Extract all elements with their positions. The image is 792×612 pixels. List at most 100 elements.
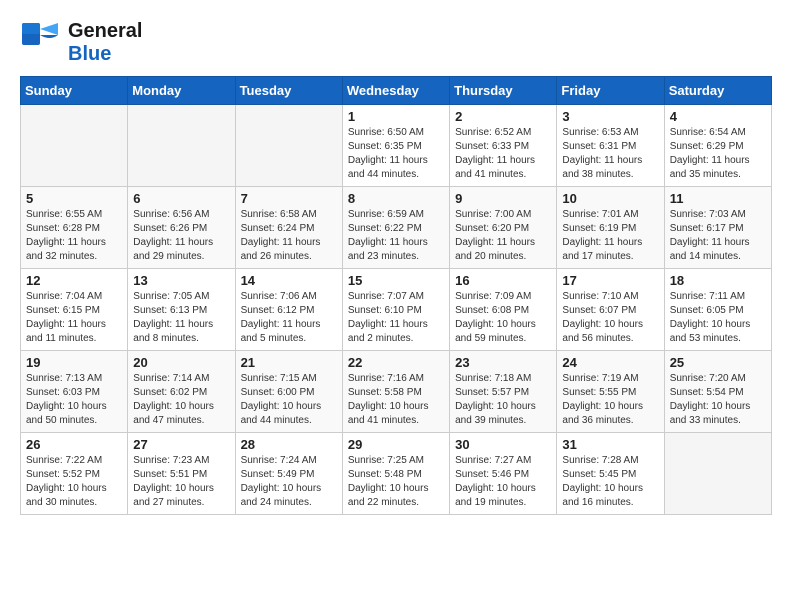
day-info: Sunrise: 6:55 AM Sunset: 6:28 PM Dayligh…	[26, 208, 122, 264]
day-number: 12	[26, 273, 122, 288]
calendar-cell: 7 Sunrise: 6:58 AM Sunset: 6:24 PM Daylig…	[235, 187, 342, 269]
day-info: Sunrise: 7:01 AM Sunset: 6:19 PM Dayligh…	[562, 208, 658, 264]
day-info: Sunrise: 7:00 AM Sunset: 6:20 PM Dayligh…	[455, 208, 551, 264]
day-info: Sunrise: 7:14 AM Sunset: 6:02 PM Dayligh…	[133, 372, 229, 428]
day-number: 3	[562, 109, 658, 124]
day-info: Sunrise: 6:58 AM Sunset: 6:24 PM Dayligh…	[241, 208, 337, 264]
day-number: 27	[133, 437, 229, 452]
day-info: Sunrise: 7:05 AM Sunset: 6:13 PM Dayligh…	[133, 290, 229, 346]
calendar-cell: 21 Sunrise: 7:15 AM Sunset: 6:00 PM Dayli…	[235, 351, 342, 433]
calendar-cell: 31Sunrise: 7:28 AM Sunset: 5:45 PM Dayli…	[557, 433, 664, 515]
day-info: Sunrise: 7:07 AM Sunset: 6:10 PM Dayligh…	[348, 290, 444, 346]
calendar-cell: 26 Sunrise: 7:22 AM Sunset: 5:52 PM Dayli…	[21, 433, 128, 515]
calendar-week-row: 1 Sunrise: 6:50 AM Sunset: 6:35 PM Daylig…	[21, 105, 772, 187]
day-info: Sunrise: 6:52 AM Sunset: 6:33 PM Dayligh…	[455, 126, 551, 182]
calendar-cell: 11Sunrise: 7:03 AM Sunset: 6:17 PM Dayli…	[664, 187, 771, 269]
calendar-table: SundayMondayTuesdayWednesdayThursdayFrid…	[20, 76, 772, 515]
calendar-cell: 16 Sunrise: 7:09 AM Sunset: 6:08 PM Dayli…	[450, 269, 557, 351]
day-info: Sunrise: 7:10 AM Sunset: 6:07 PM Dayligh…	[562, 290, 658, 346]
calendar-cell: 3 Sunrise: 6:53 AM Sunset: 6:31 PM Daylig…	[557, 105, 664, 187]
calendar-cell	[128, 105, 235, 187]
day-info: Sunrise: 7:27 AM Sunset: 5:46 PM Dayligh…	[455, 454, 551, 510]
day-number: 9	[455, 191, 551, 206]
calendar-cell: 15 Sunrise: 7:07 AM Sunset: 6:10 PM Dayli…	[342, 269, 449, 351]
calendar-cell: 23 Sunrise: 7:18 AM Sunset: 5:57 PM Dayli…	[450, 351, 557, 433]
calendar-cell: 27 Sunrise: 7:23 AM Sunset: 5:51 PM Dayli…	[128, 433, 235, 515]
day-number: 7	[241, 191, 337, 206]
calendar-cell: 12 Sunrise: 7:04 AM Sunset: 6:15 PM Dayli…	[21, 269, 128, 351]
day-number: 15	[348, 273, 444, 288]
calendar-cell: 24 Sunrise: 7:19 AM Sunset: 5:55 PM Dayli…	[557, 351, 664, 433]
day-info: Sunrise: 7:19 AM Sunset: 5:55 PM Dayligh…	[562, 372, 658, 428]
logo-text: General Blue	[68, 20, 142, 66]
calendar-cell: 18 Sunrise: 7:11 AM Sunset: 6:05 PM Dayli…	[664, 269, 771, 351]
calendar-week-row: 26 Sunrise: 7:22 AM Sunset: 5:52 PM Dayli…	[21, 433, 772, 515]
day-info: Sunrise: 7:16 AM Sunset: 5:58 PM Dayligh…	[348, 372, 444, 428]
logo: General Blue	[20, 20, 142, 66]
day-info: Sunrise: 7:09 AM Sunset: 6:08 PM Dayligh…	[455, 290, 551, 346]
day-info: Sunrise: 7:06 AM Sunset: 6:12 PM Dayligh…	[241, 290, 337, 346]
day-number: 23	[455, 355, 551, 370]
calendar-cell: 25Sunrise: 7:20 AM Sunset: 5:54 PM Dayli…	[664, 351, 771, 433]
calendar-cell	[664, 433, 771, 515]
calendar-cell: 20 Sunrise: 7:14 AM Sunset: 6:02 PM Dayli…	[128, 351, 235, 433]
calendar-week-row: 19 Sunrise: 7:13 AM Sunset: 6:03 PM Dayli…	[21, 351, 772, 433]
calendar-cell: 5 Sunrise: 6:55 AM Sunset: 6:28 PM Daylig…	[21, 187, 128, 269]
day-number: 26	[26, 437, 122, 452]
day-number: 10	[562, 191, 658, 206]
day-number: 24	[562, 355, 658, 370]
calendar-cell: 17 Sunrise: 7:10 AM Sunset: 6:07 PM Dayli…	[557, 269, 664, 351]
calendar-cell: 22 Sunrise: 7:16 AM Sunset: 5:58 PM Dayli…	[342, 351, 449, 433]
calendar-cell: 1 Sunrise: 6:50 AM Sunset: 6:35 PM Daylig…	[342, 105, 449, 187]
day-info: Sunrise: 7:23 AM Sunset: 5:51 PM Dayligh…	[133, 454, 229, 510]
calendar-cell: 19 Sunrise: 7:13 AM Sunset: 6:03 PM Dayli…	[21, 351, 128, 433]
calendar-cell: 29 Sunrise: 7:25 AM Sunset: 5:48 PM Dayli…	[342, 433, 449, 515]
calendar-cell: 30 Sunrise: 7:27 AM Sunset: 5:46 PM Dayli…	[450, 433, 557, 515]
day-info: Sunrise: 7:20 AM Sunset: 5:54 PM Dayligh…	[670, 372, 766, 428]
day-number: 22	[348, 355, 444, 370]
day-number: 28	[241, 437, 337, 452]
day-info: Sunrise: 7:11 AM Sunset: 6:05 PM Dayligh…	[670, 290, 766, 346]
day-number: 29	[348, 437, 444, 452]
weekday-header: Monday	[128, 77, 235, 105]
calendar-cell: 2 Sunrise: 6:52 AM Sunset: 6:33 PM Daylig…	[450, 105, 557, 187]
day-number: 6	[133, 191, 229, 206]
day-info: Sunrise: 7:25 AM Sunset: 5:48 PM Dayligh…	[348, 454, 444, 510]
day-info: Sunrise: 7:18 AM Sunset: 5:57 PM Dayligh…	[455, 372, 551, 428]
day-number: 30	[455, 437, 551, 452]
day-number: 19	[26, 355, 122, 370]
day-info: Sunrise: 7:15 AM Sunset: 6:00 PM Dayligh…	[241, 372, 337, 428]
day-number: 21	[241, 355, 337, 370]
calendar-cell: 9 Sunrise: 7:00 AM Sunset: 6:20 PM Daylig…	[450, 187, 557, 269]
day-info: Sunrise: 7:03 AM Sunset: 6:17 PM Dayligh…	[670, 208, 766, 264]
day-info: Sunrise: 7:13 AM Sunset: 6:03 PM Dayligh…	[26, 372, 122, 428]
day-number: 1	[348, 109, 444, 124]
day-info: Sunrise: 6:56 AM Sunset: 6:26 PM Dayligh…	[133, 208, 229, 264]
calendar-cell	[21, 105, 128, 187]
calendar-cell	[235, 105, 342, 187]
day-info: Sunrise: 6:53 AM Sunset: 6:31 PM Dayligh…	[562, 126, 658, 182]
weekday-header: Thursday	[450, 77, 557, 105]
day-info: Sunrise: 7:04 AM Sunset: 6:15 PM Dayligh…	[26, 290, 122, 346]
calendar-header-row: SundayMondayTuesdayWednesdayThursdayFrid…	[21, 77, 772, 105]
day-number: 18	[670, 273, 766, 288]
calendar-cell: 8Sunrise: 6:59 AM Sunset: 6:22 PM Daylig…	[342, 187, 449, 269]
day-info: Sunrise: 7:22 AM Sunset: 5:52 PM Dayligh…	[26, 454, 122, 510]
day-number: 5	[26, 191, 122, 206]
day-number: 20	[133, 355, 229, 370]
calendar-cell: 14Sunrise: 7:06 AM Sunset: 6:12 PM Dayli…	[235, 269, 342, 351]
calendar-week-row: 12 Sunrise: 7:04 AM Sunset: 6:15 PM Dayli…	[21, 269, 772, 351]
weekday-header: Sunday	[21, 77, 128, 105]
day-info: Sunrise: 6:50 AM Sunset: 6:35 PM Dayligh…	[348, 126, 444, 182]
day-number: 13	[133, 273, 229, 288]
day-number: 16	[455, 273, 551, 288]
day-number: 4	[670, 109, 766, 124]
calendar-cell: 4Sunrise: 6:54 AM Sunset: 6:29 PM Daylig…	[664, 105, 771, 187]
day-number: 31	[562, 437, 658, 452]
weekday-header: Saturday	[664, 77, 771, 105]
day-number: 17	[562, 273, 658, 288]
page-header: General Blue	[20, 20, 772, 66]
calendar-week-row: 5 Sunrise: 6:55 AM Sunset: 6:28 PM Daylig…	[21, 187, 772, 269]
weekday-header: Wednesday	[342, 77, 449, 105]
day-number: 2	[455, 109, 551, 124]
